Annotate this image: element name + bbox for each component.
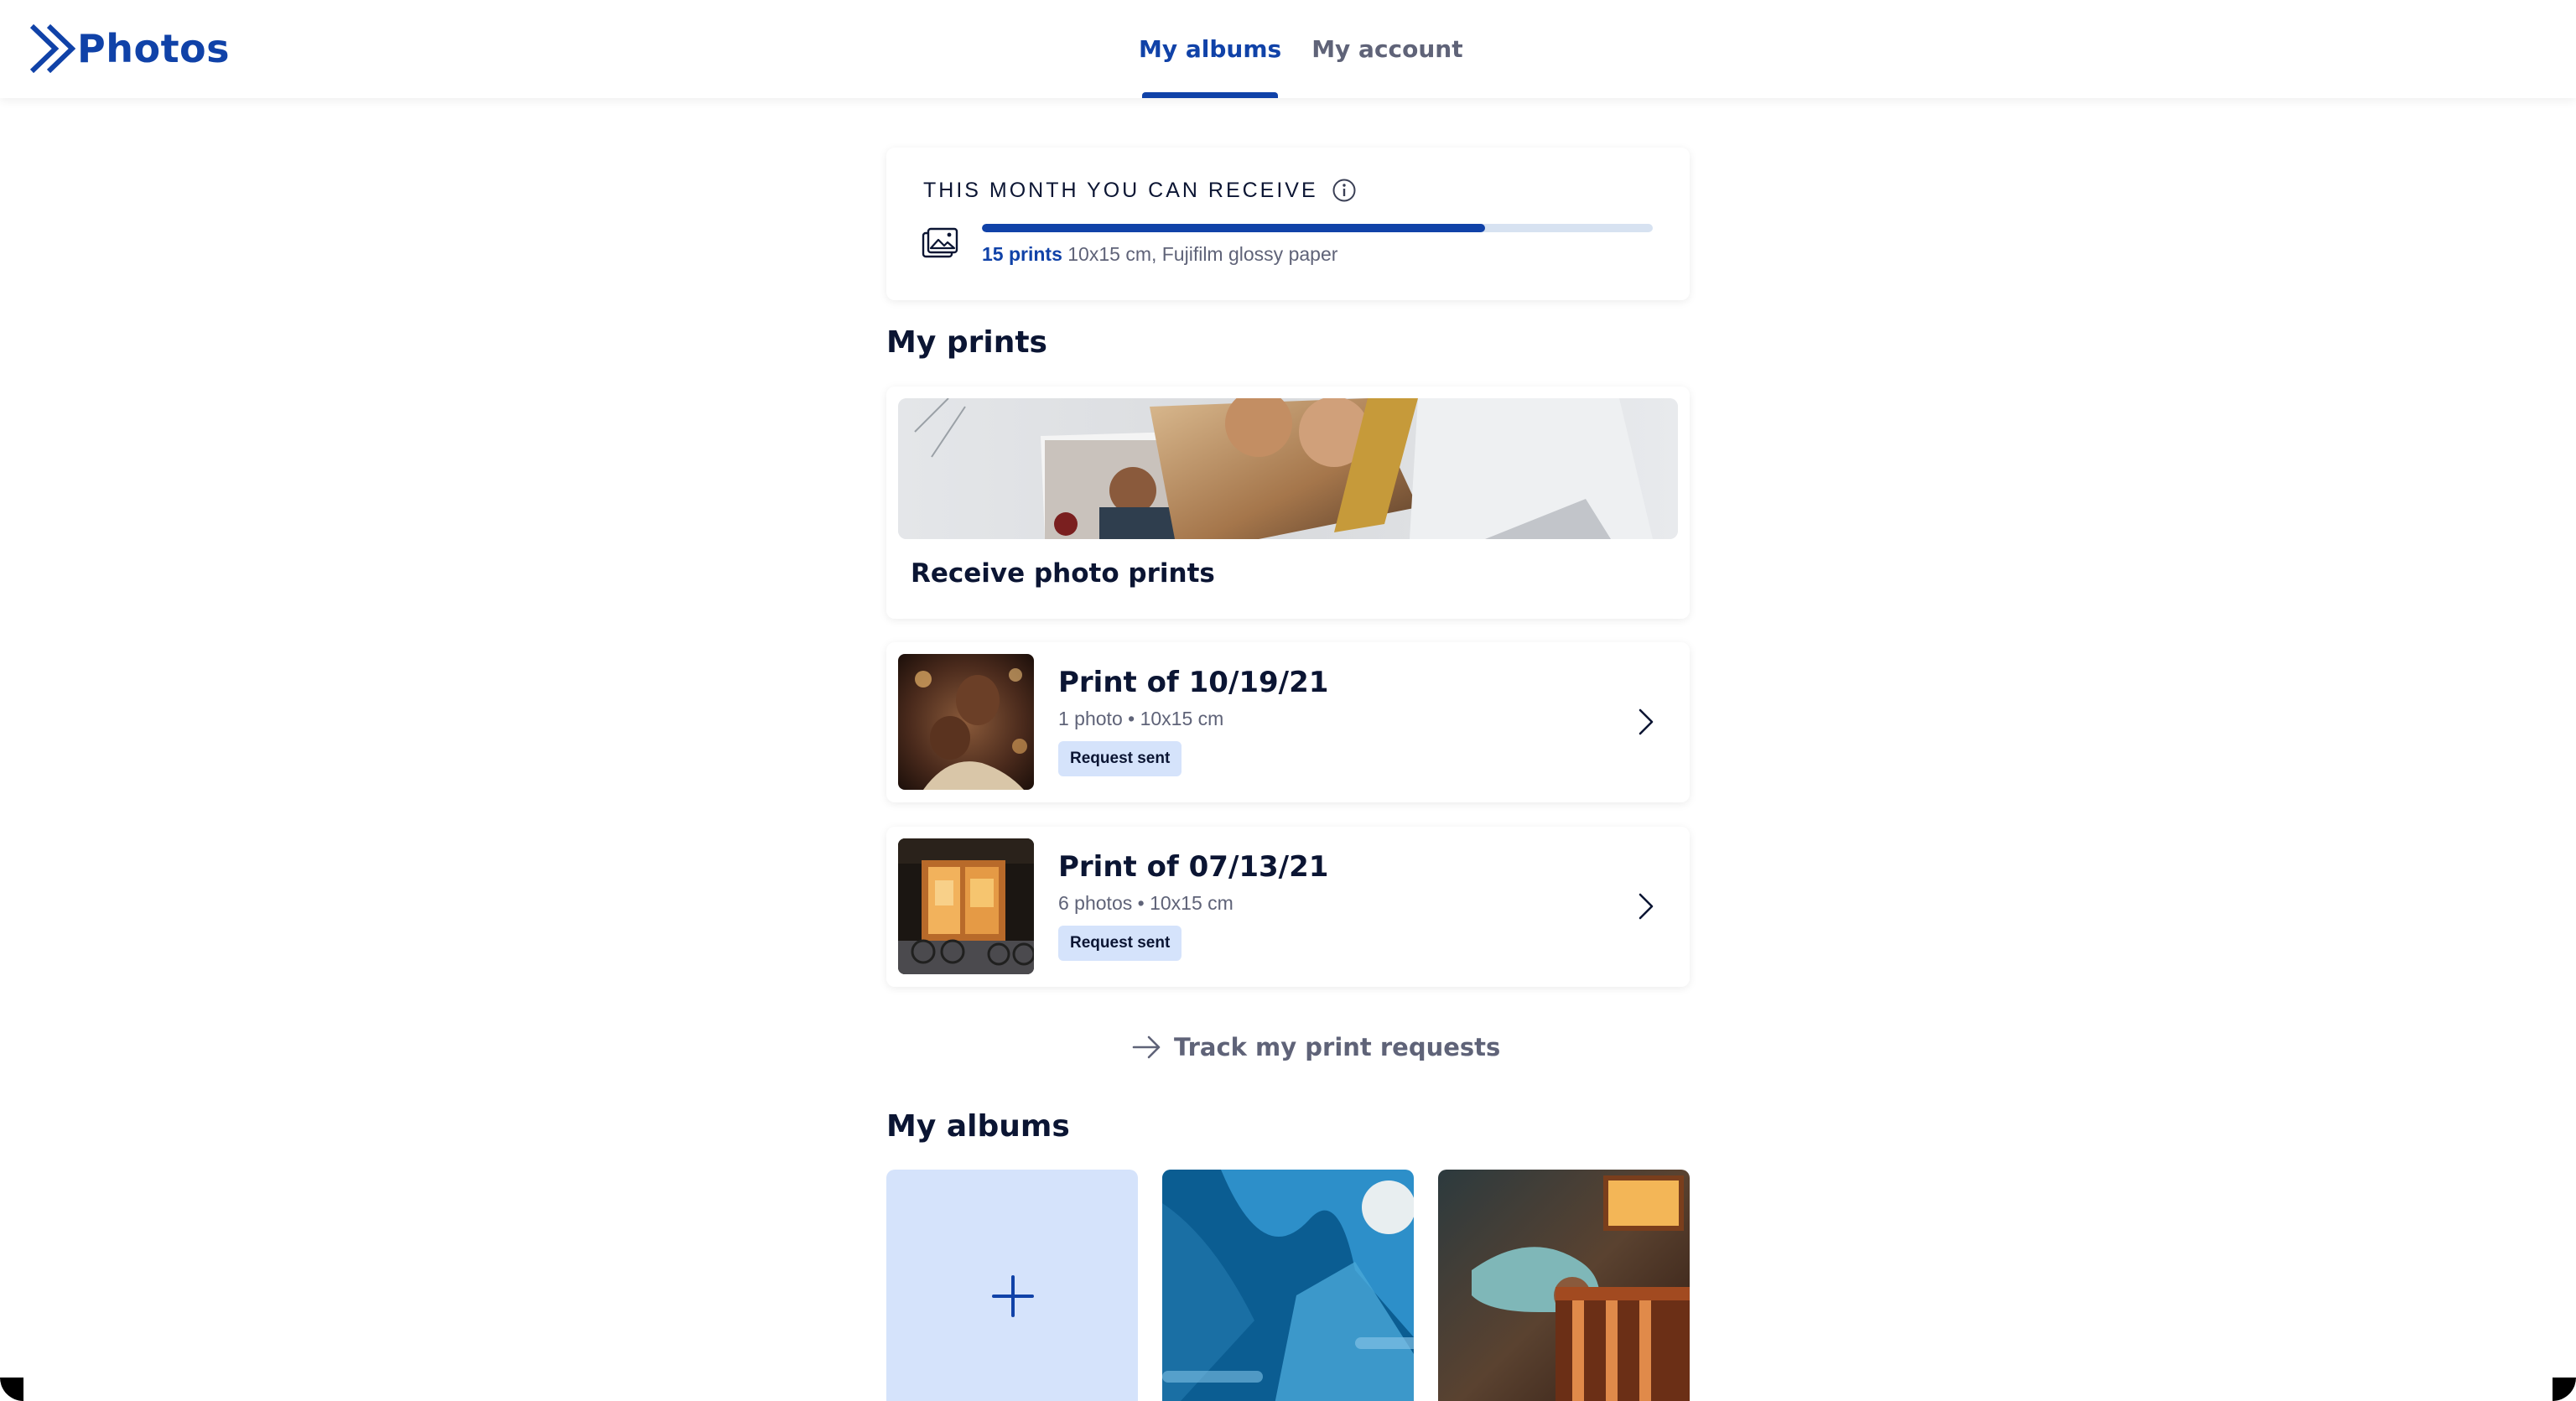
- plus-icon: [992, 1275, 1034, 1317]
- my-prints-title: My prints: [886, 325, 1047, 360]
- quota-progress-bar: [982, 224, 1653, 232]
- album-cover: [1438, 1170, 1690, 1401]
- quota-title: THIS MONTH YOU CAN RECEIVE: [923, 178, 1318, 202]
- print-request-row[interactable]: Print of 07/13/21 6 photos • 10x15 cm Re…: [886, 827, 1690, 987]
- print-request-row[interactable]: Print of 10/19/21 1 photo • 10x15 cm Req…: [886, 642, 1690, 802]
- tab-my-account[interactable]: My account: [1296, 0, 1478, 98]
- print-thumbnail: [898, 654, 1034, 790]
- quota-progress-fill: [982, 224, 1485, 232]
- receive-prints-card[interactable]: Receive photo prints: [886, 387, 1690, 619]
- albums-grid: [886, 1170, 1690, 1401]
- window-corner: [2553, 1378, 2576, 1401]
- chevron-right-icon[interactable]: [1636, 706, 1656, 738]
- app-window: Photos My albums My account THIS MONTH Y…: [0, 0, 2576, 1401]
- chevron-right-icon[interactable]: [1636, 890, 1656, 922]
- app-name: Photos: [77, 26, 231, 71]
- prints-icon: [922, 227, 958, 258]
- logo-x-icon: [30, 24, 75, 73]
- my-albums-title: My albums: [886, 1109, 1070, 1144]
- photos-logo[interactable]: Photos: [30, 23, 230, 74]
- print-title: Print of 07/13/21: [1058, 850, 1329, 884]
- quota-details: 10x15 cm, Fujifilm glossy paper: [1067, 243, 1338, 265]
- top-bar: Photos My albums My account: [0, 0, 2576, 98]
- print-thumbnail: [898, 838, 1034, 974]
- receive-prints-label: Receive photo prints: [911, 558, 1215, 589]
- add-album-button[interactable]: [886, 1170, 1138, 1401]
- main-nav: My albums My account: [1124, 0, 1478, 98]
- print-meta: 1 photo • 10x15 cm: [1058, 708, 1224, 729]
- monthly-quota-card: THIS MONTH YOU CAN RECEIVE 15 prints 10x…: [886, 148, 1690, 300]
- prints-banner-image: [898, 398, 1678, 539]
- status-badge: Request sent: [1058, 741, 1182, 776]
- album-card[interactable]: [1162, 1170, 1414, 1401]
- status-badge: Request sent: [1058, 926, 1182, 961]
- arrow-right-icon: [1132, 1035, 1161, 1059]
- track-print-requests-link[interactable]: Track my print requests: [1132, 1028, 1500, 1066]
- tab-my-albums[interactable]: My albums: [1124, 0, 1296, 98]
- window-corner: [0, 1378, 23, 1401]
- album-cover: [1162, 1170, 1414, 1401]
- album-card[interactable]: [1438, 1170, 1690, 1401]
- quota-heading: THIS MONTH YOU CAN RECEIVE: [923, 178, 1357, 203]
- print-title: Print of 10/19/21: [1058, 666, 1329, 699]
- quota-count: 15 prints: [982, 243, 1062, 265]
- track-link-label: Track my print requests: [1174, 1033, 1501, 1061]
- print-meta: 6 photos • 10x15 cm: [1058, 892, 1233, 914]
- info-icon[interactable]: [1332, 178, 1357, 203]
- quota-summary: 15 prints 10x15 cm, Fujifilm glossy pape…: [982, 243, 1337, 266]
